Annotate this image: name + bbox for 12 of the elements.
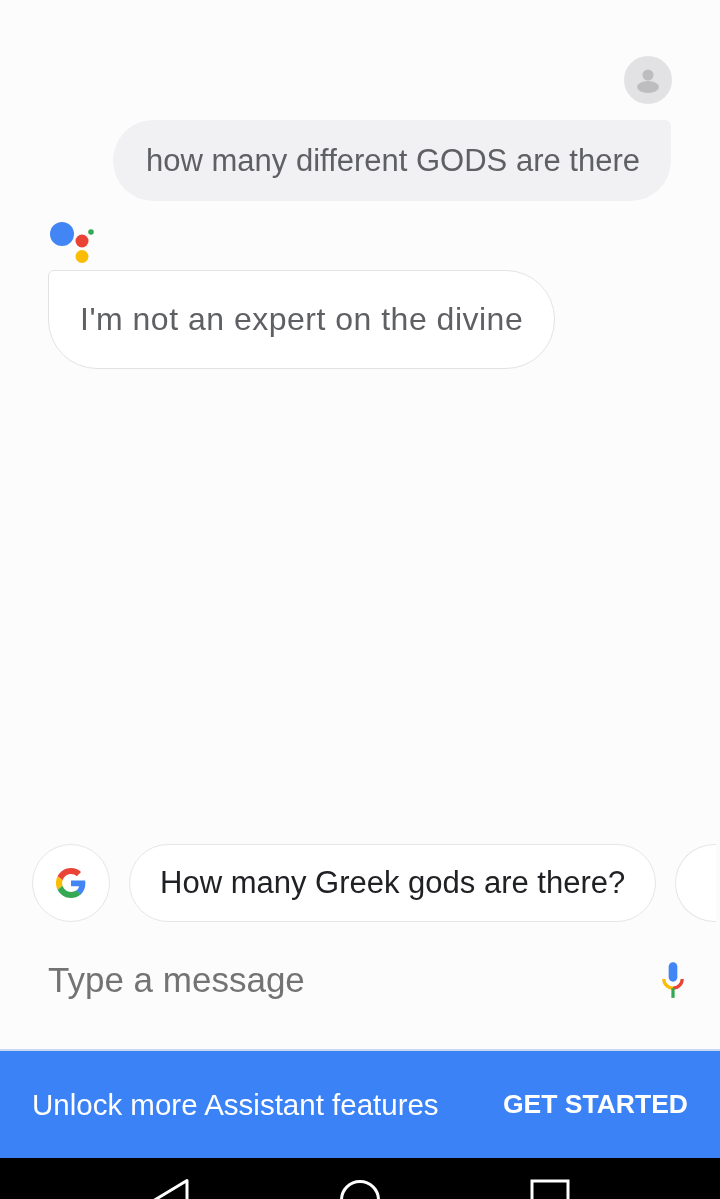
microphone-icon[interactable] <box>660 961 686 999</box>
suggestion-chip[interactable]: How many Greek gods are there? <box>129 844 657 922</box>
avatar-icon <box>624 56 672 104</box>
message-input[interactable]: Type a message <box>48 958 660 1002</box>
get-started-button[interactable]: GET STARTED <box>503 1089 688 1120</box>
recents-icon[interactable] <box>530 1179 570 1199</box>
home-icon[interactable] <box>340 1179 380 1199</box>
letter-g-icon <box>56 868 86 898</box>
dots-logo-icon <box>48 222 94 264</box>
user-message: how many different GODS are there <box>113 120 671 201</box>
banner-text: Unlock more Assistant features <box>32 1087 439 1122</box>
assistant-message: I'm not an expert on the divine <box>48 270 556 369</box>
